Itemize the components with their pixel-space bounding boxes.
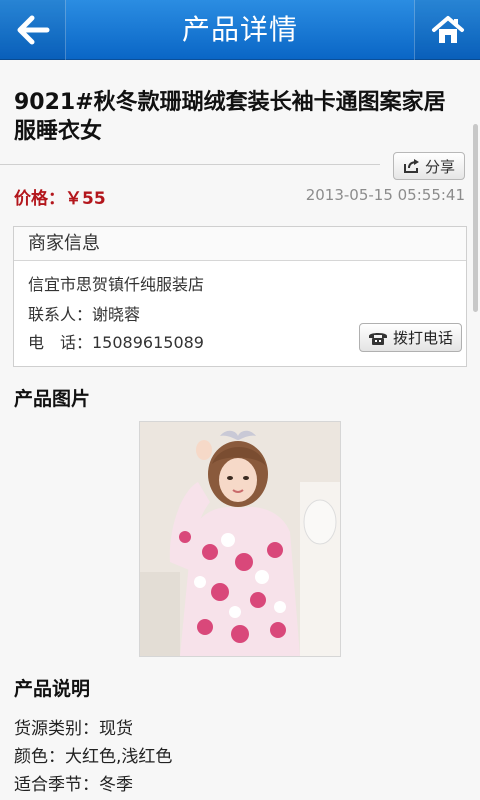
merchant-name: 信宜市思贺镇仟纯服装店: [28, 275, 205, 294]
merchant-phone: 电 话：15089615089: [28, 333, 204, 352]
top-bar: 产品详情: [0, 0, 480, 60]
home-icon: [431, 16, 464, 43]
scrollbar[interactable]: [473, 124, 478, 312]
spec-line: 颜色：大红色,浅红色: [14, 747, 173, 767]
content-area[interactable]: 9021#秋冬款珊瑚绒套装长袖卡通图案家居服睡衣女 分享 价格：￥55 2013…: [0, 60, 480, 800]
product-images-heading: 产品图片: [14, 388, 91, 410]
merchant-contact: 联系人：谢晓蓉: [28, 305, 141, 324]
product-description-heading: 产品说明: [14, 678, 91, 700]
product-title: 9021#秋冬款珊瑚绒套装长袖卡通图案家居服睡衣女: [14, 90, 446, 144]
price: 价格：￥55: [14, 184, 106, 209]
product-photo[interactable]: [139, 421, 341, 657]
share-button[interactable]: 分享: [393, 152, 465, 180]
page-title: 产品详情: [181, 13, 298, 46]
merchant-info-box: 商家信息 信宜市思贺镇仟纯服装店 联系人：谢晓蓉 电 话：15089615089…: [13, 226, 467, 367]
call-button[interactable]: 拨打电话: [359, 323, 462, 352]
merchant-info-header: 商家信息: [14, 227, 466, 261]
spec-line: 适合季节：冬季: [14, 775, 133, 795]
home-button[interactable]: [414, 0, 480, 60]
call-label: 拨打电话: [392, 329, 453, 347]
divider: [0, 164, 380, 165]
spec-line: 货源类别：现货: [14, 719, 133, 739]
share-icon: [403, 159, 419, 173]
price-label: 价格：: [14, 189, 65, 209]
product-photo-image: [140, 422, 340, 656]
share-label: 分享: [424, 157, 455, 176]
price-value: ￥55: [65, 189, 106, 209]
phone-icon: [368, 332, 387, 345]
publish-timestamp: 2013-05-15 05:55:41: [305, 186, 465, 204]
